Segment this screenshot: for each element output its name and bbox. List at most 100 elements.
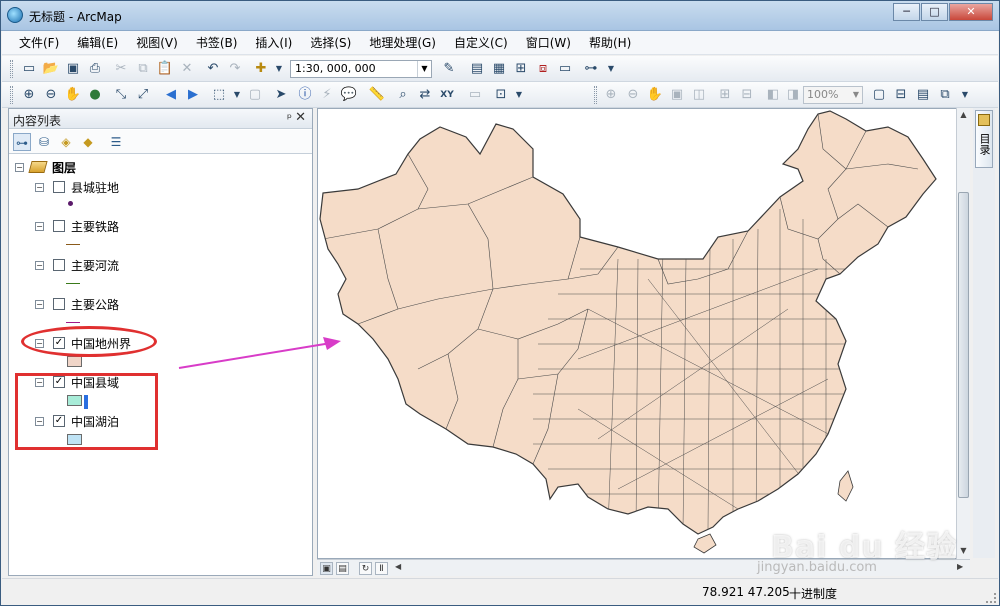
data-view-icon[interactable]: ▣ xyxy=(320,562,333,575)
collapse-icon[interactable]: − xyxy=(35,221,44,231)
map-view[interactable] xyxy=(317,108,970,559)
layout-view-icon[interactable]: ▤ xyxy=(336,562,349,575)
maximize-button[interactable]: □ xyxy=(921,3,948,21)
menu-bookmarks[interactable]: 书签(B) xyxy=(187,32,247,54)
fill-symbol[interactable] xyxy=(67,356,82,367)
layer-visibility-checkbox[interactable] xyxy=(53,298,65,310)
find-route-icon[interactable]: ⇄ xyxy=(416,86,434,104)
forward-extent-icon[interactable]: ▶ xyxy=(184,86,202,104)
pan-hand-icon[interactable]: ✋ xyxy=(64,86,82,104)
layout-zoom-in-icon[interactable]: ⊕ xyxy=(602,86,620,104)
change-layout-icon[interactable]: ▤ xyxy=(914,86,932,104)
layout-pan-icon[interactable]: ✋ xyxy=(646,86,664,104)
model-builder-icon[interactable]: ⊶ xyxy=(582,60,600,78)
select-features-icon[interactable]: ⬚ xyxy=(210,86,228,104)
focus-data-frame-icon[interactable]: ⊟ xyxy=(892,86,910,104)
open-folder-icon[interactable]: 📂 xyxy=(42,60,60,78)
redo-icon[interactable]: ↷ xyxy=(226,60,244,78)
china-map[interactable] xyxy=(318,109,970,559)
fixed-zoom-in-layout-icon[interactable]: ⊞ xyxy=(716,86,734,104)
layout-zoom-out-icon[interactable]: ⊖ xyxy=(624,86,642,104)
layout-toolbar-grip[interactable] xyxy=(594,86,597,104)
scroll-up-icon[interactable]: ▲ xyxy=(957,108,970,122)
measure-icon[interactable]: 📏 xyxy=(368,86,386,104)
zoom-in-icon[interactable]: ⊕ xyxy=(20,86,38,104)
pause-drawing-icon[interactable]: Ⅱ xyxy=(375,562,388,575)
chevron-down-icon[interactable]: ▼ xyxy=(850,87,862,103)
next-extent-layout-icon[interactable]: ◨ xyxy=(784,86,802,104)
identify-icon[interactable]: ⓘ xyxy=(296,86,314,104)
print-icon[interactable]: ⎙ xyxy=(86,60,104,78)
list-by-drawing-order-icon[interactable]: ⊶ xyxy=(13,133,31,151)
cut-icon[interactable]: ✂ xyxy=(112,60,130,78)
menu-geoprocessing[interactable]: 地理处理(G) xyxy=(360,32,445,54)
collapse-icon[interactable]: − xyxy=(35,182,44,192)
china-outline[interactable] xyxy=(319,110,937,535)
layer-visibility-checkbox[interactable] xyxy=(53,181,65,193)
delete-icon[interactable]: ✕ xyxy=(178,60,196,78)
save-icon[interactable]: ▣ xyxy=(64,60,82,78)
menu-edit[interactable]: 编辑(E) xyxy=(68,32,127,54)
refresh-icon[interactable]: ↻ xyxy=(359,562,372,575)
layer-visibility-checkbox[interactable] xyxy=(53,259,65,271)
full-extent-globe-icon[interactable]: ● xyxy=(86,86,104,104)
menu-selection[interactable]: 选择(S) xyxy=(301,32,360,54)
fixed-zoom-out-layout-icon[interactable]: ⊟ xyxy=(738,86,756,104)
list-by-visibility-icon[interactable]: ◈ xyxy=(57,133,75,151)
collapse-icon[interactable]: − xyxy=(15,162,24,172)
pin-icon[interactable]: ᵖ xyxy=(287,111,292,125)
back-extent-icon[interactable]: ◀ xyxy=(162,86,180,104)
add-data-dropdown-icon[interactable]: ▼ xyxy=(270,60,288,78)
collapse-icon[interactable]: − xyxy=(35,260,44,270)
taiwan-island[interactable] xyxy=(837,470,854,502)
options-icon[interactable]: ☰ xyxy=(107,133,125,151)
time-slider-icon[interactable]: ▭ xyxy=(466,86,484,104)
undo-icon[interactable]: ↶ xyxy=(204,60,222,78)
clear-selection-icon[interactable]: ▢ xyxy=(246,86,264,104)
zoom-out-icon[interactable]: ⊖ xyxy=(42,86,60,104)
layer-item[interactable]: − 主要铁路 xyxy=(35,218,119,234)
menu-file[interactable]: 文件(F) xyxy=(10,32,68,54)
go-to-xy-icon[interactable]: XY xyxy=(438,86,456,104)
catalog-window-icon[interactable]: ▦ xyxy=(490,60,508,78)
vertical-scroll-thumb[interactable] xyxy=(958,192,969,498)
fixed-zoom-in-icon[interactable]: ⤡ xyxy=(112,86,130,104)
menu-insert[interactable]: 插入(I) xyxy=(246,32,301,54)
toolbar-grip[interactable] xyxy=(10,60,13,78)
python-window-icon[interactable]: ▭ xyxy=(556,60,574,78)
layer-item[interactable]: − 主要河流 xyxy=(35,257,119,273)
previous-extent-layout-icon[interactable]: ◧ xyxy=(764,86,782,104)
layer-visibility-checkbox[interactable] xyxy=(53,220,65,232)
scroll-left-icon[interactable]: ◀ xyxy=(395,562,401,571)
resize-grip[interactable] xyxy=(986,593,996,603)
arctoolbox-icon[interactable]: ⧈ xyxy=(534,60,552,78)
map-scale-combobox[interactable]: 1:30, 000, 000 ▼ xyxy=(290,60,432,78)
toolbar-options-icon[interactable]: ▼ xyxy=(602,60,620,78)
search-window-icon[interactable]: ⊞ xyxy=(512,60,530,78)
list-by-source-icon[interactable]: ⛁ xyxy=(35,133,53,151)
select-elements-arrow-icon[interactable]: ➤ xyxy=(272,86,290,104)
zoom-100-icon[interactable]: ◫ xyxy=(690,86,708,104)
layer-item[interactable]: − 县城驻地 xyxy=(35,179,119,195)
select-dropdown-icon[interactable]: ▼ xyxy=(228,86,246,104)
toggle-draft-mode-icon[interactable]: ▢ xyxy=(870,86,888,104)
vertical-scrollbar[interactable]: ▲ ▼ xyxy=(956,108,970,559)
chevron-down-icon[interactable]: ▼ xyxy=(417,61,431,77)
html-popup-icon[interactable]: 💬 xyxy=(340,86,358,104)
viewer-window-icon[interactable]: ⊡ xyxy=(492,86,510,104)
hainan-island[interactable] xyxy=(693,533,717,554)
line-symbol[interactable] xyxy=(66,322,80,323)
data-driven-pages-icon[interactable]: ⧉ xyxy=(936,86,954,104)
zoom-whole-page-icon[interactable]: ▣ xyxy=(668,86,686,104)
layers-root[interactable]: − 图层 xyxy=(15,159,76,175)
line-symbol[interactable] xyxy=(66,244,80,245)
point-symbol[interactable] xyxy=(68,201,73,206)
close-icon[interactable]: ✕ xyxy=(295,110,306,125)
find-binoculars-icon[interactable]: ⌕ xyxy=(394,86,412,104)
editor-toolbar-icon[interactable]: ✎ xyxy=(440,60,458,78)
menu-view[interactable]: 视图(V) xyxy=(127,32,187,54)
line-symbol[interactable] xyxy=(66,283,80,284)
toolbar-options-icon[interactable]: ▼ xyxy=(956,86,974,104)
catalog-tab[interactable]: 目录 xyxy=(975,110,993,168)
menu-help[interactable]: 帮助(H) xyxy=(580,32,640,54)
